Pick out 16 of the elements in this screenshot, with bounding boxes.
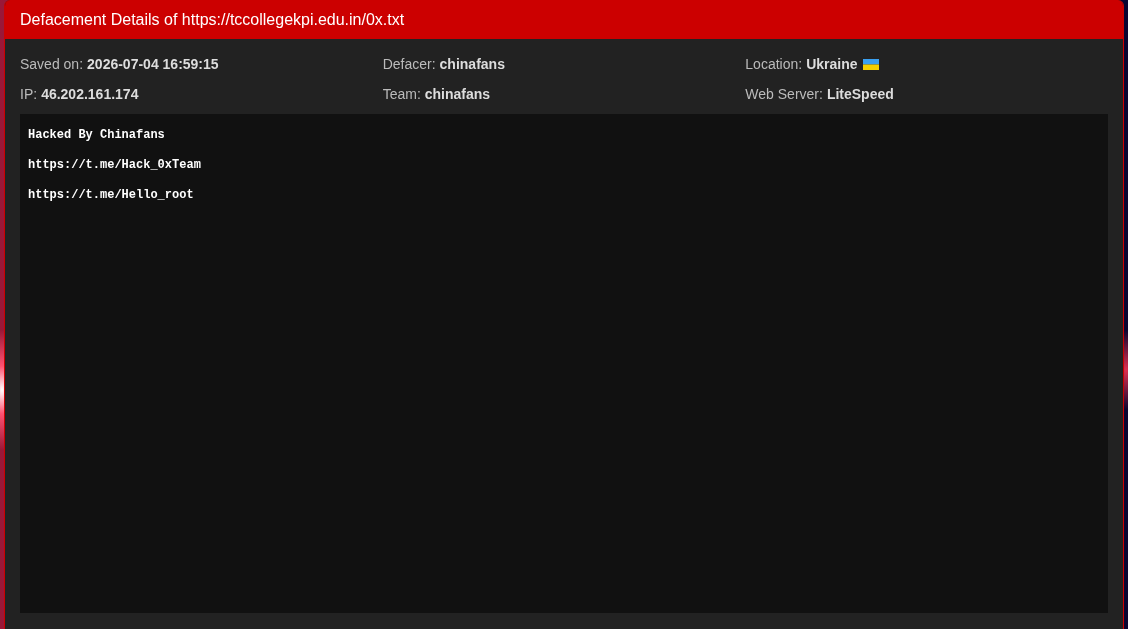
content-line: https://t.me/Hello_root — [28, 188, 194, 203]
detail-label: Defacer: — [382, 56, 436, 72]
detail-label: Web Server: — [745, 86, 823, 102]
content-line: Hacked By Chinafans — [28, 128, 165, 143]
detail-label: Saved on: — [20, 56, 84, 72]
dialog-title: Defacement Details of https://tccollegekpi.edu.in/0x.txt — [20, 10, 405, 29]
detail-value: Ukraine — [806, 56, 858, 72]
detail-label: Location: — [745, 56, 803, 72]
detail-value: chinafans — [439, 56, 505, 72]
detail-value: 2026-07-04 16:59:15 — [87, 56, 219, 72]
content-line: https://t.me/Hack_0xTeam — [28, 158, 201, 173]
detail-label: IP: — [20, 86, 38, 102]
detail-value: 46.202.161.174 — [41, 86, 139, 102]
detail-value: chinafans — [424, 86, 491, 102]
detail-value: LiteSpeed — [826, 86, 894, 102]
detail-label: Team: — [382, 86, 421, 102]
